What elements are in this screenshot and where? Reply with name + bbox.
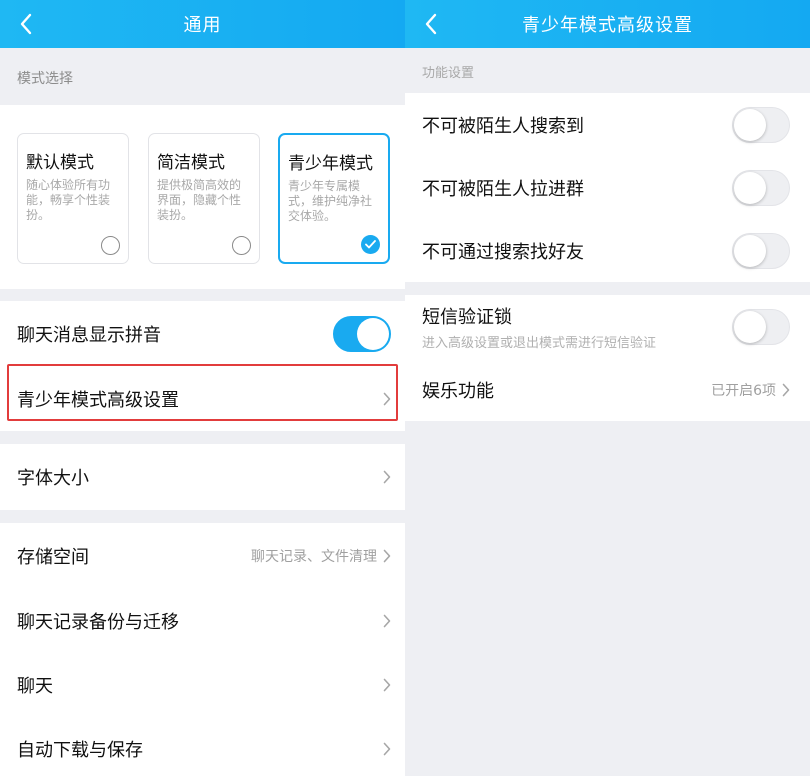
pinyin-toggle[interactable] bbox=[333, 316, 391, 352]
row-label: 娱乐功能 bbox=[422, 381, 494, 402]
row-teen-advanced-settings[interactable]: 青少年模式高级设置 bbox=[0, 367, 405, 431]
row-no-stranger-group: 不可被陌生人拉进群 bbox=[405, 156, 810, 219]
row-label: 存储空间 bbox=[17, 546, 89, 568]
page-title: 通用 bbox=[183, 15, 222, 36]
row-sublabel: 进入高级设置或退出模式需进行短信验证 bbox=[422, 336, 657, 351]
mode-card-teen[interactable]: 青少年模式 青少年专属模式，维护纯净社交体验。 bbox=[278, 133, 390, 264]
chevron-right-icon bbox=[782, 383, 790, 397]
chevron-right-icon bbox=[383, 678, 391, 692]
row-label: 聊天消息显示拼音 bbox=[17, 325, 161, 346]
row-chat-backup[interactable]: 聊天记录备份与迁移 bbox=[0, 588, 405, 653]
page-title: 青少年模式高级设置 bbox=[522, 15, 693, 36]
general-settings-panel: 通用 模式选择 默认模式 随心体验所有功能，畅享个性装扮。 简洁模式 提供极简高… bbox=[0, 0, 405, 776]
row-label: 不可被陌生人搜索到 bbox=[422, 115, 584, 137]
chevron-right-icon bbox=[383, 614, 391, 628]
row-no-stranger-search: 不可被陌生人搜索到 bbox=[405, 93, 810, 156]
row-label: 不可被陌生人拉进群 bbox=[422, 178, 584, 200]
row-label: 聊天 bbox=[17, 676, 53, 697]
entertainment-value: 已开启6项 bbox=[711, 383, 776, 399]
mode-name: 简洁模式 bbox=[157, 153, 225, 173]
chevron-right-icon bbox=[383, 742, 391, 756]
section-label: 模式选择 bbox=[17, 71, 73, 87]
row-label: 聊天记录备份与迁移 bbox=[17, 611, 179, 633]
row-label: 字体大小 bbox=[17, 468, 89, 489]
mode-card-default[interactable]: 默认模式 随心体验所有功能，畅享个性装扮。 bbox=[17, 133, 129, 264]
sms-lock-toggle[interactable] bbox=[732, 309, 790, 345]
teen-advanced-settings-panel: 青少年模式高级设置 功能设置 不可被陌生人搜索到 不可被陌生人拉进群 不可通过搜… bbox=[405, 0, 810, 776]
row-font-size[interactable]: 字体大小 bbox=[0, 444, 405, 510]
mode-desc: 随心体验所有功能，畅享个性装扮。 bbox=[26, 178, 111, 222]
no-find-toggle[interactable] bbox=[732, 232, 790, 269]
radio-checked-icon[interactable] bbox=[361, 235, 380, 254]
mode-name: 默认模式 bbox=[26, 153, 94, 173]
storage-value: 聊天记录、文件清理 bbox=[251, 548, 377, 565]
row-auto-download[interactable]: 自动下载与保存 bbox=[0, 717, 405, 776]
row-chat[interactable]: 聊天 bbox=[0, 653, 405, 717]
chevron-right-icon bbox=[383, 392, 391, 406]
chevron-right-icon bbox=[383, 549, 391, 563]
func-section-header: 功能设置 bbox=[405, 48, 810, 93]
no-search-toggle[interactable] bbox=[732, 106, 790, 143]
row-pinyin: 聊天消息显示拼音 bbox=[0, 301, 405, 367]
radio-unchecked-icon[interactable] bbox=[101, 236, 120, 255]
row-label: 不可通过搜索找好友 bbox=[422, 241, 584, 263]
row-label: 短信验证锁 bbox=[422, 307, 512, 328]
row-label: 青少年模式高级设置 bbox=[17, 390, 179, 411]
row-sms-lock: 短信验证锁 进入高级设置或退出模式需进行短信验证 bbox=[405, 295, 810, 359]
row-no-search-friend: 不可通过搜索找好友 bbox=[405, 219, 810, 282]
no-group-toggle[interactable] bbox=[732, 169, 790, 206]
mode-selector: 默认模式 随心体验所有功能，畅享个性装扮。 简洁模式 提供极简高效的界面，隐藏个… bbox=[0, 105, 405, 289]
row-entertainment[interactable]: 娱乐功能 已开启6项 bbox=[405, 359, 810, 421]
row-label: 自动下载与保存 bbox=[17, 740, 143, 761]
section-label: 功能设置 bbox=[422, 66, 475, 81]
radio-unchecked-icon[interactable] bbox=[232, 236, 251, 255]
row-storage[interactable]: 存储空间 聊天记录、文件清理 bbox=[0, 523, 405, 588]
top-bar: 通用 bbox=[0, 0, 405, 48]
mode-section-header: 模式选择 bbox=[0, 48, 405, 105]
mode-name: 青少年模式 bbox=[288, 154, 373, 174]
mode-desc: 青少年专属模式，维护纯净社交体验。 bbox=[288, 179, 373, 223]
top-bar: 青少年模式高级设置 bbox=[405, 0, 810, 48]
mode-desc: 提供极简高效的界面，隐藏个性装扮。 bbox=[157, 178, 242, 222]
mode-card-simple[interactable]: 简洁模式 提供极简高效的界面，隐藏个性装扮。 bbox=[148, 133, 260, 264]
chevron-right-icon bbox=[383, 470, 391, 484]
